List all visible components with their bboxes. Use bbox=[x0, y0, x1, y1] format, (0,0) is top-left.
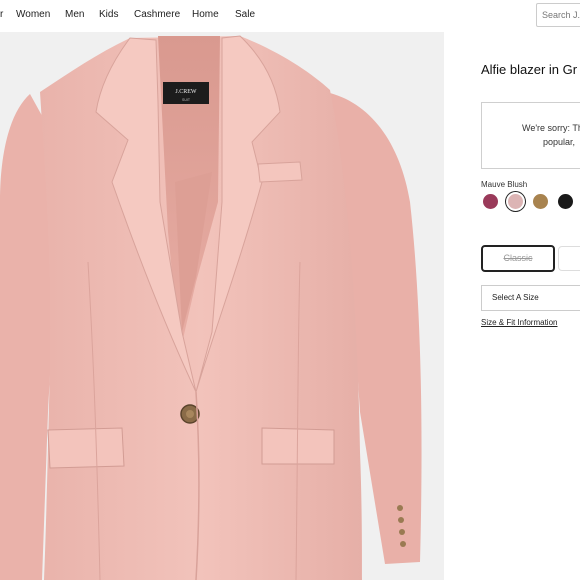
nav-item-partial[interactable]: r bbox=[0, 9, 3, 20]
product-image: J.CREW SUIT bbox=[0, 32, 444, 580]
fit-classic-button[interactable]: Classic bbox=[481, 245, 555, 272]
swatch-berry[interactable] bbox=[483, 194, 498, 209]
product-title: Alfie blazer in Gr bbox=[481, 62, 578, 77]
swatch-black[interactable] bbox=[558, 194, 573, 209]
blazer-illustration: J.CREW SUIT bbox=[0, 35, 422, 580]
nav-item-cashmere[interactable]: Cashmere bbox=[134, 9, 180, 20]
color-label: Mauve Blush bbox=[481, 180, 528, 189]
fit-option-button[interactable] bbox=[558, 246, 580, 271]
left-pocket-flap bbox=[47, 427, 125, 469]
notice-line-2: popular, bbox=[543, 137, 576, 147]
svg-text:SUIT: SUIT bbox=[182, 98, 191, 102]
swatch-camel[interactable] bbox=[533, 194, 548, 209]
size-select[interactable]: Select A Size bbox=[481, 285, 580, 311]
search-input[interactable] bbox=[537, 4, 580, 26]
top-nav: r Women Men Kids Cashmere Home Sale bbox=[0, 0, 580, 32]
swatch-mauve-blush[interactable] bbox=[508, 194, 523, 209]
nav-item-kids[interactable]: Kids bbox=[99, 9, 118, 20]
search-box[interactable] bbox=[536, 3, 580, 27]
size-fit-link[interactable]: Size & Fit Information bbox=[481, 318, 557, 327]
breast-pocket bbox=[257, 161, 303, 183]
nav-item-women[interactable]: Women bbox=[16, 9, 50, 20]
svg-text:J.CREW: J.CREW bbox=[175, 89, 197, 95]
notice-line-1: We're sorry: Th bbox=[522, 123, 580, 133]
nav-item-men[interactable]: Men bbox=[65, 9, 84, 20]
availability-notice: We're sorry: Th popular, bbox=[481, 102, 580, 169]
size-select-label: Select A Size bbox=[492, 293, 539, 302]
nav-item-sale[interactable]: Sale bbox=[235, 9, 255, 20]
nav-item-home[interactable]: Home bbox=[192, 9, 219, 20]
